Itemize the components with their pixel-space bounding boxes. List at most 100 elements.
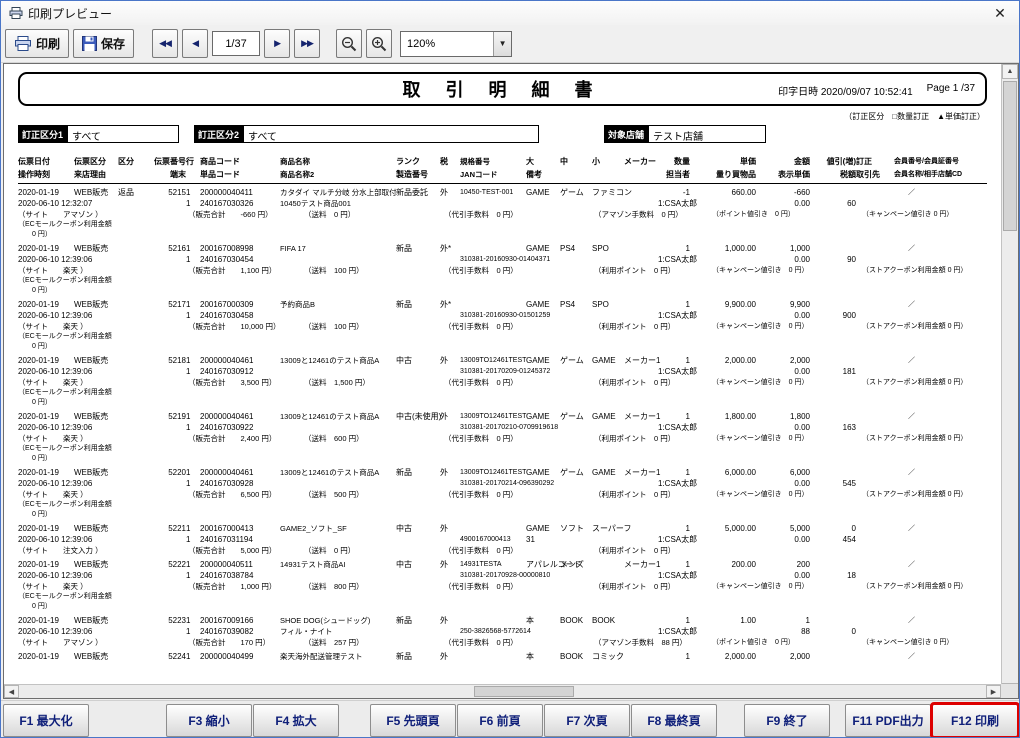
first-page-button[interactable]: ◀◀ (152, 29, 178, 58)
fn-f5-button[interactable]: F5 先頭頁 (370, 704, 456, 737)
scroll-left-icon[interactable]: ◀ (4, 685, 19, 698)
table-cell: 240167038784 (200, 570, 280, 581)
table-cell: WEB販売 (74, 615, 118, 626)
printer-icon (14, 36, 32, 51)
item-line: 2020-01-19WEB販売5219120000004046113009と12… (18, 411, 987, 422)
horizontal-scroll-thumb[interactable] (474, 686, 574, 697)
transaction-row: 2020-01-19WEB販売52171200167000309予約商品B新品外… (18, 299, 987, 352)
transaction-row: 2020-01-19WEB販売5222120000004051114931テスト… (18, 559, 987, 612)
print-button[interactable]: 印刷 (5, 29, 69, 58)
table-cell: メンズ (560, 559, 592, 570)
fn-f9-button[interactable]: F9 終了 (744, 704, 830, 737)
zoom-in-button[interactable] (366, 29, 392, 58)
table-cell: 18 (810, 570, 856, 581)
table-cell: 1:CSA太郎 (658, 422, 690, 433)
table-cell: 2020-06-10 12:39:06 (18, 570, 74, 581)
scroll-right-icon[interactable]: ▶ (986, 685, 1001, 698)
table-cell (396, 310, 440, 321)
table-cell: 5223 (148, 615, 186, 626)
table-cell (118, 467, 148, 478)
table-cell (624, 626, 658, 637)
table-cell (894, 254, 987, 265)
vertical-scrollbar[interactable]: ▲ ▼ (1001, 64, 1018, 698)
table-cell (810, 559, 856, 570)
table-cell (856, 187, 894, 198)
table-cell: 1 (186, 299, 200, 310)
table-cell: GAME (592, 411, 624, 422)
page-indicator[interactable]: 1/37 (212, 31, 260, 56)
table-cell (74, 310, 118, 321)
table-cell (894, 422, 987, 433)
table-cell (856, 355, 894, 366)
fn-f1-button[interactable]: F1 最大化 (3, 704, 89, 737)
table-cell (148, 626, 186, 637)
table-cell (810, 243, 856, 254)
table-cell: 1,800 (756, 411, 810, 422)
table-cell: 中古 (396, 523, 440, 534)
table-cell: （キャンペーン値引き 0 円） (862, 637, 987, 648)
table-cell: 1 (186, 411, 200, 422)
table-cell: 2020-01-19 (18, 243, 74, 254)
scroll-up-icon[interactable]: ▲ (1002, 64, 1018, 79)
zoom-out-button[interactable] (336, 29, 362, 58)
table-cell: （代引手数料 0 円） (444, 581, 594, 592)
table-cell: BOOK (560, 615, 592, 626)
table-cell: 310381-20170210-0709919618 (460, 422, 526, 433)
save-button[interactable]: 保存 (73, 29, 134, 58)
table-cell: WEB販売 (74, 411, 118, 422)
fn-f8-button[interactable]: F8 最終頁 (631, 704, 717, 737)
close-icon[interactable]: ✕ (989, 5, 1011, 22)
table-cell: 200 (756, 559, 810, 570)
table-cell: 1:CSA太郎 (658, 478, 690, 489)
toolbar: 印刷 保存 ◀◀ ◀ 1/37 ▶ ▶▶ (1, 25, 1019, 63)
table-cell: （キャンペーン値引き 0 円） (712, 377, 862, 388)
table-cell (810, 467, 856, 478)
table-cell: GAME (526, 243, 560, 254)
table-cell: 0.00 (756, 534, 810, 545)
previous-page-button[interactable]: ◀ (182, 29, 208, 58)
table-cell (118, 570, 148, 581)
table-cell: （アマゾン手数料 0 円） (594, 209, 712, 220)
table-cell (856, 243, 894, 254)
next-page-button[interactable]: ▶ (264, 29, 290, 58)
table-cell (624, 615, 658, 626)
table-cell: フィル・ナイト (280, 626, 396, 637)
vertical-scroll-thumb[interactable] (1003, 81, 1017, 231)
table-cell (894, 310, 987, 321)
table-cell (856, 534, 894, 545)
table-cell: 5215 (148, 187, 186, 198)
last-page-button[interactable]: ▶▶ (294, 29, 320, 58)
table-cell: 1,000.00 (690, 243, 756, 254)
fn-f11-button[interactable]: F11 PDF出力 (845, 704, 931, 737)
table-cell: 31 (526, 534, 560, 545)
table-cell: 13009TO12461TEST (460, 411, 526, 422)
table-cell (74, 478, 118, 489)
table-cell (592, 534, 624, 545)
fn-f4-button[interactable]: F4 拡大 (253, 704, 339, 737)
zoom-dropdown-button[interactable]: ▼ (493, 32, 511, 56)
item-line: 2020-01-19WEB販売52171200167000309予約商品B新品外… (18, 299, 987, 310)
table-cell: 規格番号 (460, 155, 526, 168)
table-cell: （サイト 楽天 ） (18, 321, 188, 332)
zoom-level-select[interactable]: 120% ▼ (400, 31, 512, 57)
table-cell: 外 (440, 411, 460, 422)
table-cell: 1 (658, 615, 690, 626)
table-cell: （サイト 楽天 ） (18, 489, 188, 500)
fn-f6-button[interactable]: F6 前頁 (457, 704, 543, 737)
ec-coupon-line: 0 円） (18, 286, 987, 296)
table-cell: ／ (894, 467, 987, 478)
table-cell (118, 559, 148, 570)
table-cell (624, 478, 658, 489)
table-cell (856, 523, 894, 534)
table-cell: ゲーム (560, 411, 592, 422)
table-cell (856, 411, 894, 422)
table-cell: 200000040511 (200, 559, 280, 570)
fn-f3-button[interactable]: F3 縮小 (166, 704, 252, 737)
horizontal-scrollbar[interactable]: ◀ ▶ (4, 684, 1001, 698)
fn-f12-button[interactable]: F12 印刷 (932, 704, 1018, 737)
table-cell: 新品 (396, 467, 440, 478)
table-cell: 13009と12461のテスト商品A (280, 467, 396, 478)
ec-coupon-line: 0 円） (18, 230, 987, 240)
table-cell: ソフト (560, 523, 592, 534)
fn-f7-button[interactable]: F7 次頁 (544, 704, 630, 737)
